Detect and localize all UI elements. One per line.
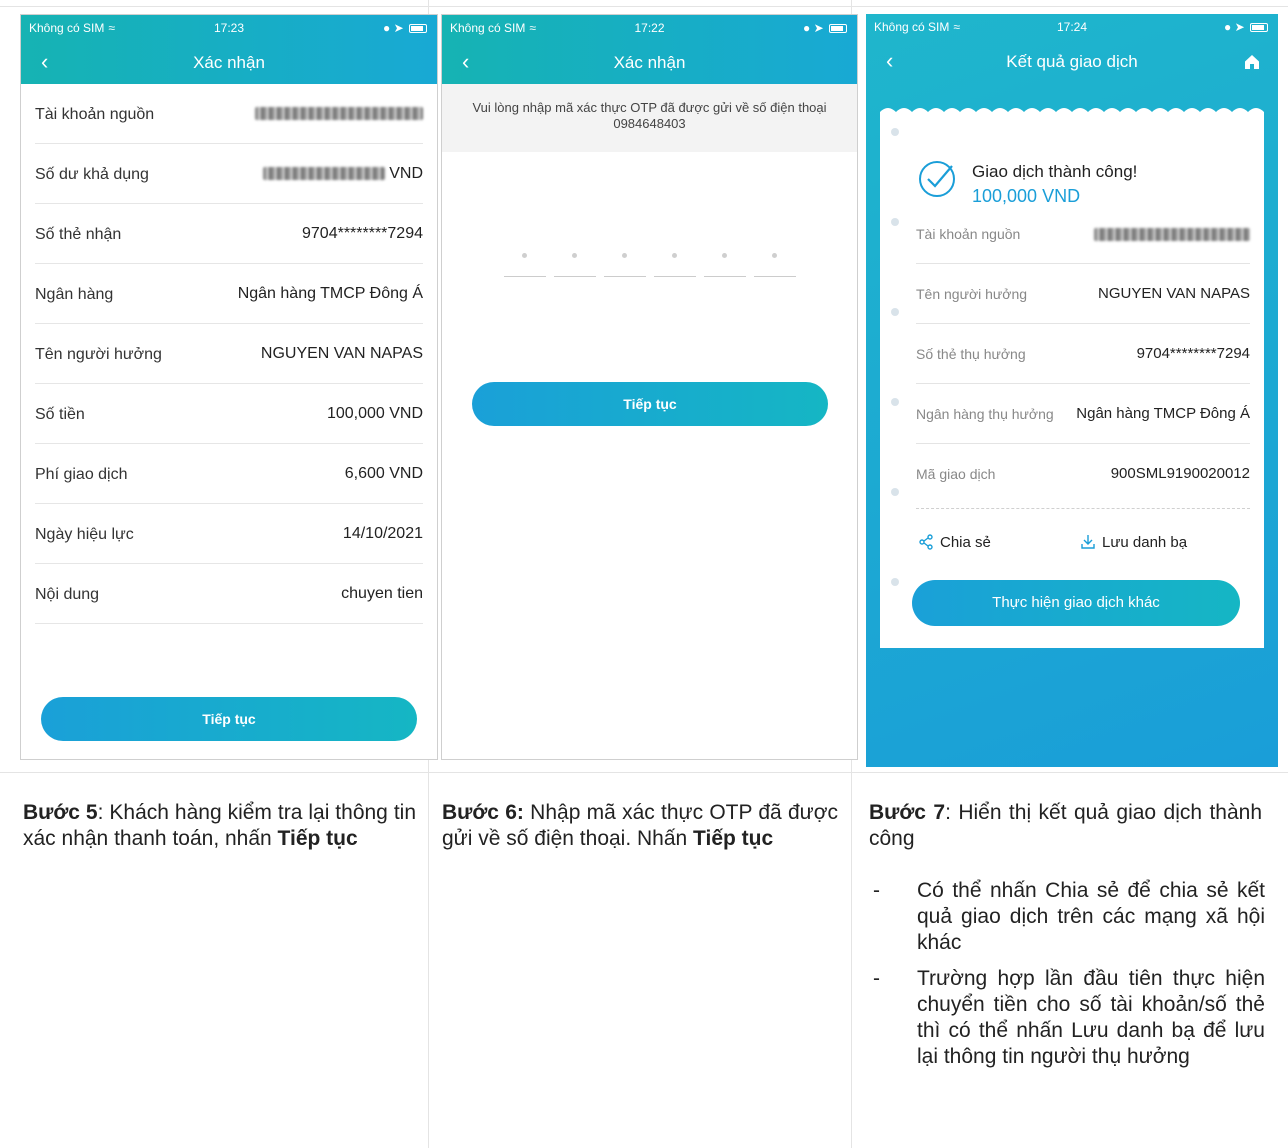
list-item: - Trường hợp lần đầu tiên thực hiện chuyể… [873,967,1265,1068]
masked-balance-value: VND [263,165,423,183]
continue-button[interactable]: Tiếp tục [472,382,828,426]
row-label: Tài khoản nguồn [35,106,155,123]
share-icon [919,534,933,550]
result-screen: Không có SIM ≈ 17:24 ● ➤ ‹ Kết quả giao d… [866,14,1278,767]
confirm-screen: Không có SIM ≈ 17:23 ● ➤ ‹ Xác nhận Tài k… [20,14,438,760]
row-label: Ngân hàng [35,286,114,303]
row-label: Nội dung [35,586,100,603]
battery-icon: ● ➤ [383,21,427,35]
row-value: Ngân hàng TMCP Đông Á [237,285,423,302]
row-label: Số dư khả dụng [35,166,149,183]
list-item: - Có thể nhấn Chia sẻ để chia sẻ kết quả … [873,879,1265,954]
otp-screen: Không có SIM ≈ 17:22 ● ➤ ‹ Xác nhận Vui l… [441,14,858,760]
row-label: Tên người hưởng [35,346,162,363]
app-header: Không có SIM ≈ 17:24 ● ➤ ‹ Kết quả giao d… [866,14,1278,83]
row-value: 6,600 VND [344,465,423,482]
otp-instruction: Vui lòng nhập mã xác thực OTP đã được gử… [442,84,857,152]
row-value: chuyen tien [341,585,423,602]
row-label: Số thẻ thụ hưởng [916,346,1026,362]
list-item: Số thẻ nhận 9704********7294 [35,204,423,264]
step6-caption: Bước 6: Nhập mã xác thực OTP đã được gửi… [442,801,838,850]
row-label: Số tiền [35,406,85,423]
list-item: Ngân hàng Ngân hàng TMCP Đông Á [35,264,423,324]
page-title: Xác nhận [613,53,686,72]
list-item: Mã giao dịch 900SML9190020012 [916,444,1250,504]
battery-icon: ● ➤ [1224,20,1268,34]
success-check-icon [919,161,955,197]
list-item: Số thẻ thụ hưởng 9704********7294 [916,324,1250,384]
app-header: Không có SIM ≈ 17:22 ● ➤ ‹ Xác nhận [442,15,857,84]
otp-digit[interactable] [754,249,796,277]
list-item: Phí giao dịch 6,600 VND [35,444,423,504]
otp-digit[interactable] [504,249,546,277]
masked-account-value [255,105,423,123]
clock: 17:24 [1056,20,1088,34]
new-transaction-button[interactable]: Thực hiện giao dịch khác [912,580,1240,626]
bank-watermark [891,128,899,586]
page-title: Xác nhận [193,53,265,72]
list-item: Tài khoản nguồn [916,204,1250,264]
row-value: NGUYEN VAN NAPAS [1098,285,1250,302]
masked-account-value [1094,225,1250,242]
row-label: Phí giao dịch [35,466,128,483]
receipt-card: Giao dịch thành công! 100,000 VND Tài kh… [880,112,1264,648]
divider [916,508,1250,509]
otp-digit[interactable] [654,249,696,277]
step7-bullets: - Có thể nhấn Chia sẻ để chia sẻ kết quả … [873,878,1265,1080]
row-label: Tên người hưởng [916,286,1028,302]
list-item: Số tiền 100,000 VND [35,384,423,444]
nav-bar: ‹ Xác nhận [21,49,437,77]
row-label: Tài khoản nguồn [916,226,1021,242]
otp-digit[interactable] [704,249,746,277]
row-value: Ngân hàng TMCP Đông Á [1076,405,1250,422]
share-button[interactable]: Chia sẻ [918,534,991,551]
row-value: NGUYEN VAN NAPAS [260,345,423,362]
clock: 17:22 [634,21,665,35]
app-header: Không có SIM ≈ 17:23 ● ➤ ‹ Xác nhận [21,15,437,84]
row-value: 100,000 VND [326,405,423,422]
row-label: Ngày hiệu lực [35,526,134,543]
home-icon[interactable] [1244,54,1260,70]
otp-input[interactable] [504,249,798,279]
confirm-list: Tài khoản nguồn Số dư khả dụng VND Số th… [35,84,423,624]
status-bar: Không có SIM ≈ 17:24 ● ➤ [866,20,1278,36]
battery-icon: ● ➤ [803,21,847,35]
nav-bar: ‹ Xác nhận [442,49,857,77]
table-divider [0,6,1288,7]
status-bar: Không có SIM ≈ 17:22 ● ➤ [442,21,857,37]
continue-button[interactable]: Tiếp tục [41,697,417,741]
row-value: 14/10/2021 [342,525,423,542]
otp-digit[interactable] [604,249,646,277]
table-divider [0,772,1288,773]
result-list: Tài khoản nguồn Tên người hưởng NGUYEN V… [916,204,1250,504]
otp-digit[interactable] [554,249,596,277]
row-value: 9704********7294 [1136,345,1250,362]
row-label: Ngân hàng thụ hưởng [916,406,1054,422]
list-item: Ngày hiệu lực 14/10/2021 [35,504,423,564]
row-value: 900SML9190020012 [1110,465,1250,482]
row-label: Mã giao dịch [916,466,996,482]
list-item: Tài khoản nguồn [35,84,423,144]
success-title: Giao dịch thành công! [972,162,1138,181]
clock: 17:23 [213,21,245,35]
step5-caption: Bước 5: Khách hàng kiểm tra lại thông ti… [23,801,416,850]
download-icon [1081,535,1095,549]
list-item: Tên người hưởng NGUYEN VAN NAPAS [35,324,423,384]
step7-caption: Bước 7: Hiển thị kết quả giao dịch thành… [869,801,1262,850]
row-value: 9704********7294 [302,225,423,242]
save-contact-button[interactable]: Lưu danh bạ [1080,534,1187,551]
list-item: Nội dung chuyen tien [35,564,423,624]
list-item: Tên người hưởng NGUYEN VAN NAPAS [916,264,1250,324]
page-title: Kết quả giao dịch [1006,52,1138,71]
status-bar: Không có SIM ≈ 17:23 ● ➤ [21,21,437,37]
row-label: Số thẻ nhận [35,226,122,243]
nav-bar: ‹ Kết quả giao dịch [866,48,1278,76]
list-item: Ngân hàng thụ hưởng Ngân hàng TMCP Đông … [916,384,1250,444]
list-item: Số dư khả dụng VND [35,144,423,204]
